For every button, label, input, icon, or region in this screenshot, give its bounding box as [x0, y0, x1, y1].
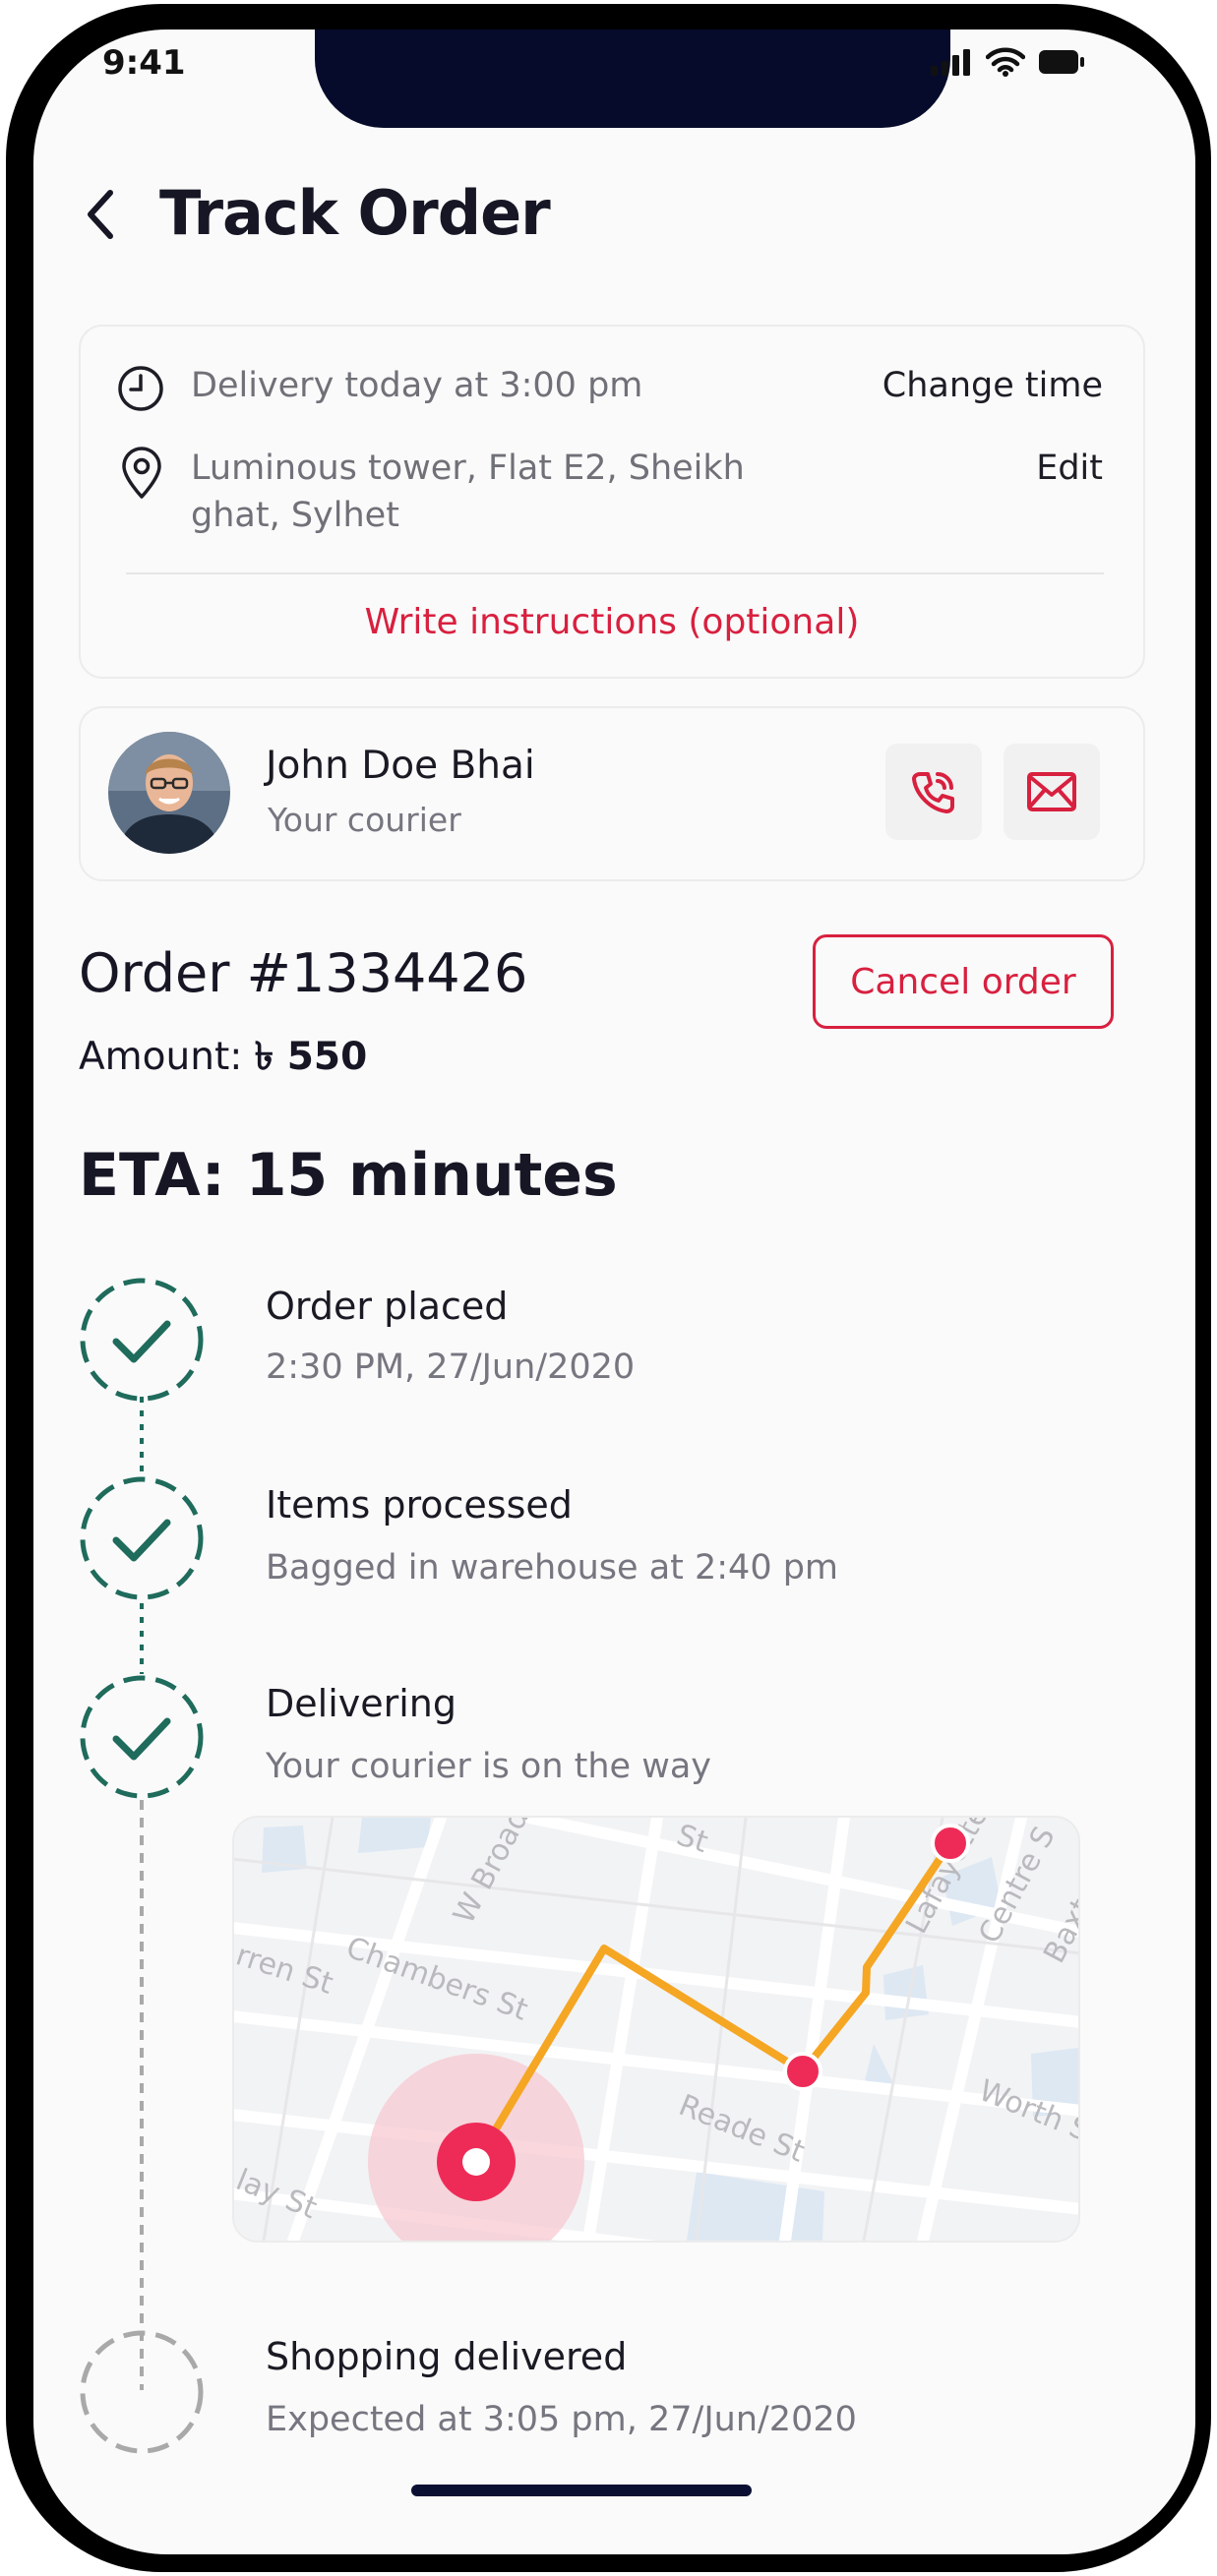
step-subtitle: Your courier is on the way — [266, 1747, 712, 1786]
edit-address-link[interactable]: Edit — [1036, 449, 1103, 488]
mail-icon — [1027, 772, 1076, 811]
step-subtitle: Expected at 3:05 pm, 27/Jun/2020 — [266, 2400, 857, 2439]
notch — [315, 30, 950, 128]
order-number: Order #1334426 — [79, 942, 528, 1004]
destination-marker — [931, 1824, 970, 1863]
step-title: Order placed — [266, 1285, 509, 1328]
cancel-order-button[interactable]: Cancel order — [813, 934, 1114, 1029]
address-line-1: Luminous tower, Flat E2, Sheikh — [191, 449, 745, 488]
home-indicator[interactable] — [411, 2485, 752, 2496]
status-icons — [931, 47, 1084, 77]
step-title: Delivering — [266, 1682, 457, 1725]
order-amount: Amount: ৳ 550 — [79, 1027, 367, 1091]
page-title: Track Order — [159, 177, 551, 249]
courier-route-map[interactable]: W Broadway St Lafayette Centre S Baxter … — [232, 1816, 1080, 2243]
map-canvas: W Broadway St Lafayette Centre S Baxter … — [234, 1818, 1078, 2241]
courier-card — [79, 706, 1145, 881]
courier-avatar — [108, 732, 230, 854]
step-subtitle: Bagged in warehouse at 2:40 pm — [266, 1548, 839, 1588]
courier-role: Your courier — [268, 801, 461, 839]
phone-call-icon — [912, 772, 954, 813]
amount-value: ৳ 550 — [254, 1035, 368, 1079]
step-pending-icon — [80, 2330, 204, 2454]
eta-heading: ETA: 15 minutes — [79, 1141, 618, 1210]
step-check-icon — [80, 1675, 204, 1799]
status-time: 9:41 — [102, 43, 186, 83]
battery-icon — [1039, 50, 1084, 74]
card-divider — [126, 572, 1104, 574]
location-pin-icon — [122, 447, 161, 499]
step-title: Shopping delivered — [266, 2335, 628, 2378]
courier-name: John Doe Bhai — [266, 744, 535, 788]
back-arrow-icon[interactable] — [77, 185, 126, 244]
message-courier-button[interactable] — [1004, 744, 1100, 840]
write-instructions-link[interactable]: Write instructions (optional) — [79, 602, 1145, 642]
step-title: Items processed — [266, 1483, 573, 1527]
address-line-2: ghat, Sylhet — [191, 496, 399, 535]
delivery-time-text: Delivery today at 3:00 pm — [191, 366, 643, 405]
step-check-icon — [80, 1278, 204, 1402]
step-subtitle: 2:30 PM, 27/Jun/2020 — [266, 1348, 636, 1387]
call-courier-button[interactable] — [885, 744, 982, 840]
wifi-icon — [986, 47, 1025, 77]
amount-label: Amount: — [79, 1035, 255, 1079]
clock-icon — [118, 366, 163, 411]
change-time-link[interactable]: Change time — [882, 366, 1103, 405]
cellular-signal-icon — [931, 49, 970, 76]
waypoint-marker — [783, 2052, 822, 2091]
step-check-icon — [80, 1476, 204, 1600]
